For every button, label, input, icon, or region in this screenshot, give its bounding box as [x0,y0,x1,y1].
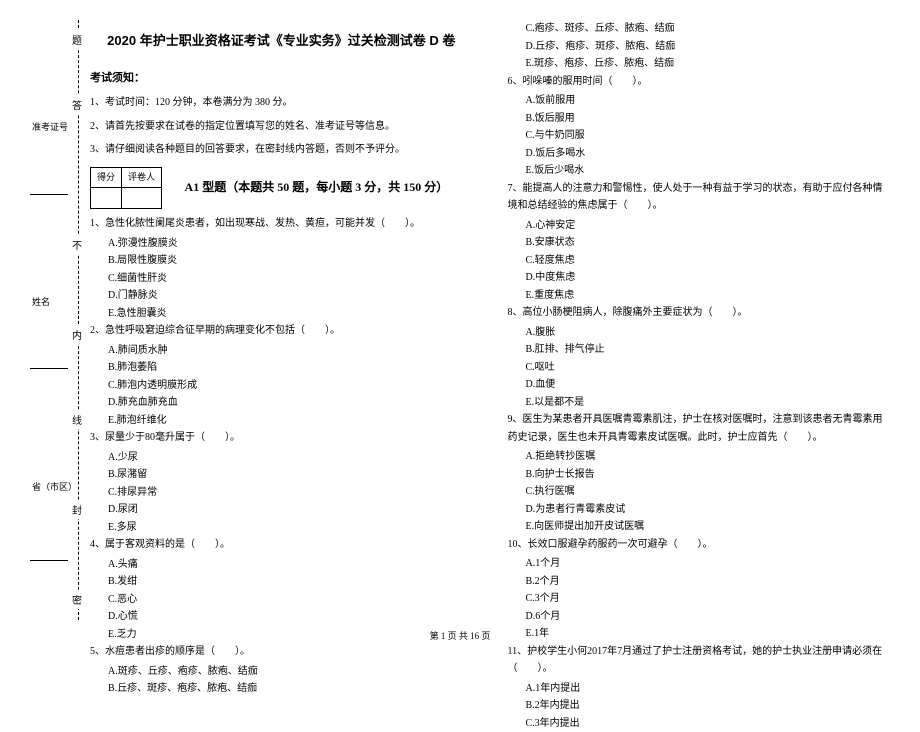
page-footer: 第 1 页 共 16 页 [0,629,920,642]
option: D.中度焦虑 [508,269,891,287]
seal-char: 线 [72,410,82,429]
field-underline [30,560,68,561]
option: D.门静脉炎 [90,287,473,305]
binding-margin: 题 答 不 内 线 封 密 准考证号 姓名 省（市区） [30,20,90,620]
column-right: C.疱疹、斑疹、丘疹、脓疱、结痂 D.丘疹、疱疹、斑疹、脓疱、结痂 E.斑疹、疱… [508,20,891,620]
option: C.3个月 [508,590,891,608]
option: D.肺充血肺充血 [90,394,473,412]
option: A.弥漫性腹膜炎 [90,235,473,253]
seal-char: 题 [72,30,82,49]
question-stem: 5、水痘患者出疹的顺序是（ ）。 [90,643,473,661]
option: B.尿潴留 [90,466,473,484]
instruction-item: 1、考试时间：120 分钟，本卷满分为 380 分。 [90,94,473,112]
score-section-row: 得分 评卷人 A1 型题（本题共 50 题，每小题 3 分，共 150 分） [90,167,473,210]
option: C.恶心 [90,591,473,609]
option: C.执行医嘱 [508,483,891,501]
option: C.呕吐 [508,359,891,377]
grader-header: 评卷人 [122,167,162,188]
instruction-item: 3、请仔细阅读各种题目的回答要求，在密封线内答题，否则不予评分。 [90,141,473,159]
option: C.排尿异常 [90,484,473,502]
option: A.心神安定 [508,217,891,235]
field-name: 姓名 [32,295,50,308]
option: E.急性胆囊炎 [90,305,473,323]
option: A.饭前服用 [508,92,891,110]
option: A.1个月 [508,555,891,573]
question-stem: 6、吲哚嗪的服用时间（ ）。 [508,73,891,91]
content-columns: 2020 年护士职业资格证考试《专业实务》过关检测试卷 D 卷 考试须知： 1、… [90,20,890,620]
option: D.尿闭 [90,501,473,519]
instructions-heading: 考试须知： [90,69,473,88]
option: D.饭后多喝水 [508,145,891,163]
option: A.头痛 [90,556,473,574]
question-stem: 9、医生为某患者开具医嘱青霉素肌注，护士在核对医嘱时，注意到该患者无青霉素用药史… [508,411,891,446]
option: B.肛排、排气停止 [508,341,891,359]
question-stem: 10、长效口服避孕药服药一次可避孕（ ）。 [508,536,891,554]
section-a1-title: A1 型题（本题共 50 题，每小题 3 分，共 150 分） [185,177,449,198]
option: B.2年内提出 [508,697,891,715]
instruction-item: 2、请首先按要求在试卷的指定位置填写您的姓名、准考证号等信息。 [90,118,473,136]
seal-char: 不 [72,235,82,254]
question-stem: 7、能提高人的注意力和警惕性，使人处于一种有益于学习的状态，有助于应付各种情境和… [508,180,891,215]
option: D.6个月 [508,608,891,626]
grader-cell [122,188,162,209]
option: B.2个月 [508,573,891,591]
option: A.少尿 [90,449,473,467]
score-header: 得分 [91,167,122,188]
score-cell [91,188,122,209]
exam-title: 2020 年护士职业资格证考试《专业实务》过关检测试卷 D 卷 [90,30,473,53]
option: E.斑疹、疱疹、丘疹、脓疱、结痂 [508,55,891,73]
option: B.饭后服用 [508,110,891,128]
option: A.腹胀 [508,324,891,342]
column-left: 2020 年护士职业资格证考试《专业实务》过关检测试卷 D 卷 考试须知： 1、… [90,20,473,620]
option: D.为患者行青霉素皮试 [508,501,891,519]
option: C.3年内提出 [508,715,891,732]
option: E.重度焦虑 [508,287,891,305]
seal-char: 答 [72,95,82,114]
option: B.向护士长报告 [508,466,891,484]
option: B.丘疹、斑疹、疱疹、脓疱、结痂 [90,680,473,698]
seal-char: 密 [72,590,82,609]
exam-page: 题 答 不 内 线 封 密 准考证号 姓名 省（市区） 2020 年护士职业资格… [0,0,920,650]
option: B.肺泡萎陷 [90,359,473,377]
field-exam-id: 准考证号 [32,120,68,133]
field-label: 准考证号 [32,120,68,133]
option: D.血便 [508,376,891,394]
field-label: 省（市区） [32,480,77,493]
seal-char: 封 [72,500,82,519]
option: C.轻度焦虑 [508,252,891,270]
option: B.发绀 [90,573,473,591]
option: E.肺泡纤维化 [90,412,473,430]
option: A.肺间质水肿 [90,342,473,360]
option: A.斑疹、丘疹、疱疹、脓疱、结痂 [90,663,473,681]
field-underline [30,194,68,195]
option: E.多尿 [90,519,473,537]
score-table: 得分 评卷人 [90,167,162,210]
option: C.细菌性肝炎 [90,270,473,288]
field-label: 姓名 [32,295,50,308]
field-region: 省（市区） [32,480,77,493]
field-underline [30,368,68,369]
option: C.疱疹、斑疹、丘疹、脓疱、结痂 [508,20,891,38]
option: C.与牛奶同服 [508,127,891,145]
option: A.1年内提出 [508,680,891,698]
question-stem: 8、高位小肠梗阻病人，除腹痛外主要症状为（ ）。 [508,304,891,322]
option: E.向医师提出加开皮试医嘱 [508,518,891,536]
question-stem: 3、尿量少于80毫升属于（ ）。 [90,429,473,447]
seal-char: 内 [72,325,82,344]
option: B.安康状态 [508,234,891,252]
option: E.以是都不是 [508,394,891,412]
question-stem: 4、属于客观资料的是（ ）。 [90,536,473,554]
question-stem: 2、急性呼吸窘迫综合征早期的病理变化不包括（ ）。 [90,322,473,340]
option: C.肺泡内透明膜形成 [90,377,473,395]
option: A.拒绝转抄医嘱 [508,448,891,466]
option: D.丘疹、疱疹、斑疹、脓疱、结痂 [508,38,891,56]
option: D.心慌 [90,608,473,626]
option: B.局限性腹膜炎 [90,252,473,270]
question-stem: 1、急性化脓性阑尾炎患者，如出现寒战、发热、黄疸，可能并发（ ）。 [90,215,473,233]
option: E.饭后少喝水 [508,162,891,180]
question-stem: 11、护校学生小何2017年7月通过了护士注册资格考试，她的护士执业注册申请必须… [508,643,891,678]
